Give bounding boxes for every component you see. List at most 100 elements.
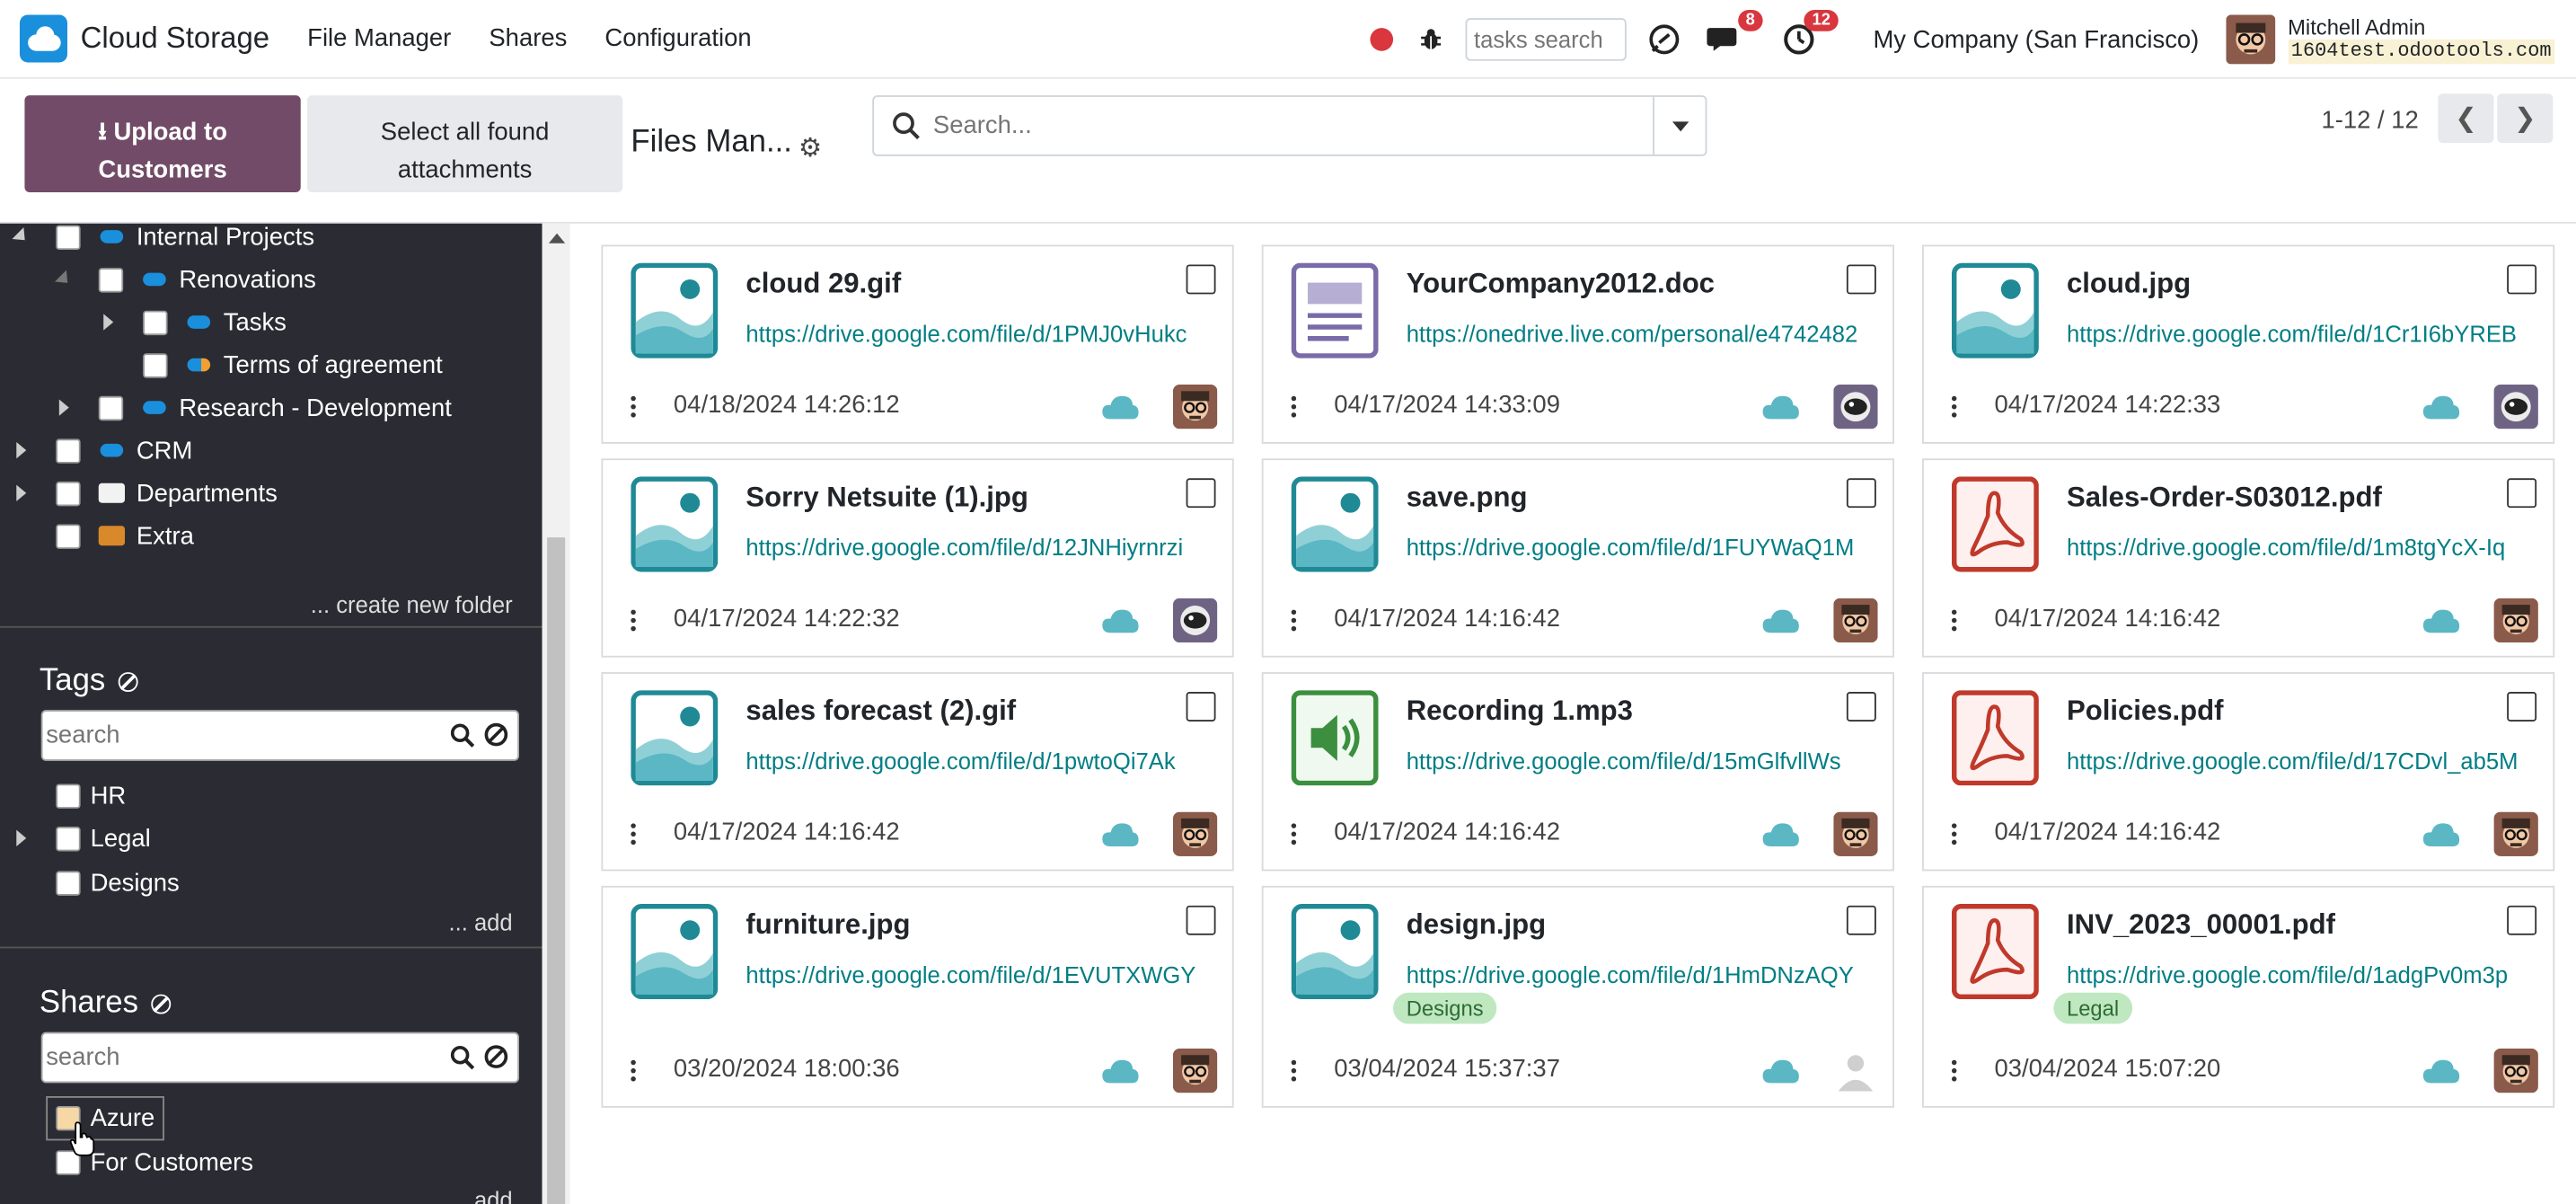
file-name[interactable]: YourCompany2012.doc	[1407, 268, 1715, 301]
clear-tags-icon[interactable]	[118, 672, 138, 693]
file-name[interactable]: cloud 29.gif	[745, 268, 901, 301]
card-menu-dots-icon[interactable]	[1291, 609, 1298, 636]
caret-expanded-icon[interactable]	[12, 227, 31, 246]
folder-internal-projects[interactable]: Internal Projects	[12, 224, 314, 258]
file-card[interactable]: INV_2023_00001.pdf https://drive.google.c…	[1922, 885, 2555, 1108]
scroll-up-arrow-icon[interactable]	[548, 233, 566, 243]
file-url-link[interactable]: https://onedrive.live.com/personal/e4742…	[1407, 321, 1880, 347]
file-url-link[interactable]: https://drive.google.com/file/d/1FUYWaQ1…	[1407, 534, 1880, 560]
tag-checkbox[interactable]	[56, 826, 81, 851]
search-icon[interactable]	[450, 723, 475, 757]
menu-file-manager[interactable]: File Manager	[307, 24, 451, 52]
tag-checkbox[interactable]	[56, 783, 81, 808]
file-select-checkbox[interactable]	[2507, 478, 2537, 509]
folder-checkbox[interactable]	[143, 309, 168, 335]
folder-departments[interactable]: Departments	[16, 472, 278, 515]
card-menu-dots-icon[interactable]	[1951, 823, 1958, 849]
tag-designs[interactable]: Designs	[56, 861, 180, 904]
file-select-checkbox[interactable]	[2507, 905, 2537, 935]
user-info[interactable]: Mitchell Admin 1604test.odootools.com	[2288, 14, 2555, 65]
document-file-icon[interactable]	[1291, 262, 1379, 359]
file-card[interactable]: YourCompany2012.doc https://onedrive.live…	[1261, 244, 1894, 444]
caret-right-icon[interactable]	[16, 442, 27, 459]
file-url-link[interactable]: https://drive.google.com/file/d/1PMJ0vHu…	[745, 321, 1219, 347]
file-url-link[interactable]: https://drive.google.com/file/d/1adgPv0m…	[2067, 961, 2540, 987]
file-select-checkbox[interactable]	[1846, 478, 1876, 509]
image-file-icon[interactable]	[1291, 476, 1379, 572]
sidebar-scrollbar[interactable]	[542, 223, 570, 1204]
tag-hr[interactable]: HR	[56, 774, 126, 817]
app-brand[interactable]: Cloud Storage	[19, 14, 269, 63]
file-card[interactable]: cloud 29.gif https://drive.google.com/fil…	[601, 244, 1234, 444]
folder-terms-of-agreement[interactable]: Terms of agreement	[143, 343, 443, 386]
image-file-icon[interactable]	[1951, 262, 2039, 359]
upload-to-customers-button[interactable]: ⭳ Upload to Customers	[24, 95, 301, 193]
file-select-checkbox[interactable]	[1186, 478, 1216, 509]
file-name[interactable]: design.jpg	[1407, 908, 1546, 942]
file-select-checkbox[interactable]	[1846, 692, 1876, 722]
search-input[interactable]	[874, 96, 1654, 155]
file-select-checkbox[interactable]	[1846, 905, 1876, 935]
file-select-checkbox[interactable]	[1186, 905, 1216, 935]
pdf-file-icon[interactable]	[1951, 903, 2039, 1000]
card-menu-dots-icon[interactable]	[631, 1059, 637, 1086]
folder-checkbox[interactable]	[98, 267, 124, 292]
file-url-link[interactable]: https://drive.google.com/file/d/1EVUTXWG…	[745, 961, 1219, 987]
clear-shares-icon[interactable]	[151, 994, 172, 1014]
scrollbar-thumb[interactable]	[547, 537, 566, 1204]
file-url-link[interactable]: https://drive.google.com/file/d/17CDvl_a…	[2067, 748, 2540, 774]
pager-previous-button[interactable]: ❮	[2438, 93, 2494, 144]
file-url-link[interactable]: https://drive.google.com/file/d/1Cr1I6bY…	[2067, 321, 2540, 347]
folder-renovations[interactable]: Renovations	[54, 258, 316, 301]
file-card[interactable]: design.jpg https://drive.google.com/file/…	[1261, 885, 1894, 1108]
file-card[interactable]: sales forecast (2).gif https://drive.goog…	[601, 672, 1234, 872]
record-icon[interactable]	[1370, 28, 1394, 51]
file-card[interactable]: save.png https://drive.google.com/file/d/…	[1261, 458, 1894, 658]
file-card[interactable]: Policies.pdf https://drive.google.com/fil…	[1922, 672, 2555, 872]
folder-research-development[interactable]: Research - Development	[58, 386, 452, 429]
add-tag-link[interactable]: ... add	[448, 908, 512, 934]
image-file-icon[interactable]	[1291, 903, 1379, 1000]
file-name[interactable]: Policies.pdf	[2067, 695, 2224, 729]
pdf-file-icon[interactable]	[1951, 476, 2039, 572]
menu-shares[interactable]: Shares	[489, 24, 567, 52]
folder-checkbox[interactable]	[56, 481, 81, 506]
file-card[interactable]: Sorry Netsuite (1).jpg https://drive.goog…	[601, 458, 1234, 658]
add-share-link[interactable]: ... add	[448, 1187, 512, 1204]
pdf-file-icon[interactable]	[1951, 690, 2039, 786]
share-azure[interactable]: Azure	[46, 1095, 165, 1141]
file-name[interactable]: sales forecast (2).gif	[745, 695, 1016, 729]
folder-extra[interactable]: Extra	[56, 515, 194, 558]
caret-right-icon[interactable]	[16, 484, 27, 501]
file-name[interactable]: cloud.jpg	[2067, 268, 2191, 301]
file-card[interactable]: Recording 1.mp3 https://drive.google.com/…	[1261, 672, 1894, 872]
card-menu-dots-icon[interactable]	[631, 395, 637, 422]
folder-checkbox[interactable]	[56, 224, 81, 250]
clear-search-icon[interactable]	[484, 722, 508, 747]
folder-checkbox[interactable]	[56, 438, 81, 463]
card-menu-dots-icon[interactable]	[1291, 823, 1298, 849]
create-new-folder-link[interactable]: ... create new folder	[311, 591, 513, 617]
image-file-icon[interactable]	[631, 690, 719, 786]
file-select-checkbox[interactable]	[1846, 264, 1876, 295]
audio-file-icon[interactable]	[1291, 690, 1379, 786]
tag-legal[interactable]: Legal	[16, 817, 151, 860]
file-url-link[interactable]: https://drive.google.com/file/d/15mGlfvl…	[1407, 748, 1880, 774]
image-file-icon[interactable]	[631, 903, 719, 1000]
file-select-checkbox[interactable]	[1186, 264, 1216, 295]
pager-value[interactable]: 1-12 / 12	[2321, 107, 2418, 135]
caret-right-icon[interactable]	[103, 314, 114, 331]
file-name[interactable]: save.png	[1407, 482, 1528, 515]
file-card[interactable]: Sales-Order-S03012.pdf https://drive.goog…	[1922, 458, 2555, 658]
user-avatar[interactable]	[2225, 14, 2275, 65]
tasks-search-input[interactable]	[1465, 18, 1628, 61]
file-url-link[interactable]: https://drive.google.com/file/d/1pwtoQi7…	[745, 748, 1219, 774]
file-card[interactable]: cloud.jpg https://drive.google.com/file/d…	[1922, 244, 2555, 444]
tags-search-input[interactable]	[42, 711, 437, 760]
caret-right-icon[interactable]	[16, 829, 27, 846]
file-name[interactable]: INV_2023_00001.pdf	[2067, 908, 2335, 942]
folder-checkbox[interactable]	[98, 394, 124, 421]
folder-checkbox[interactable]	[143, 352, 168, 377]
menu-configuration[interactable]: Configuration	[604, 24, 751, 52]
file-select-checkbox[interactable]	[1186, 692, 1216, 722]
